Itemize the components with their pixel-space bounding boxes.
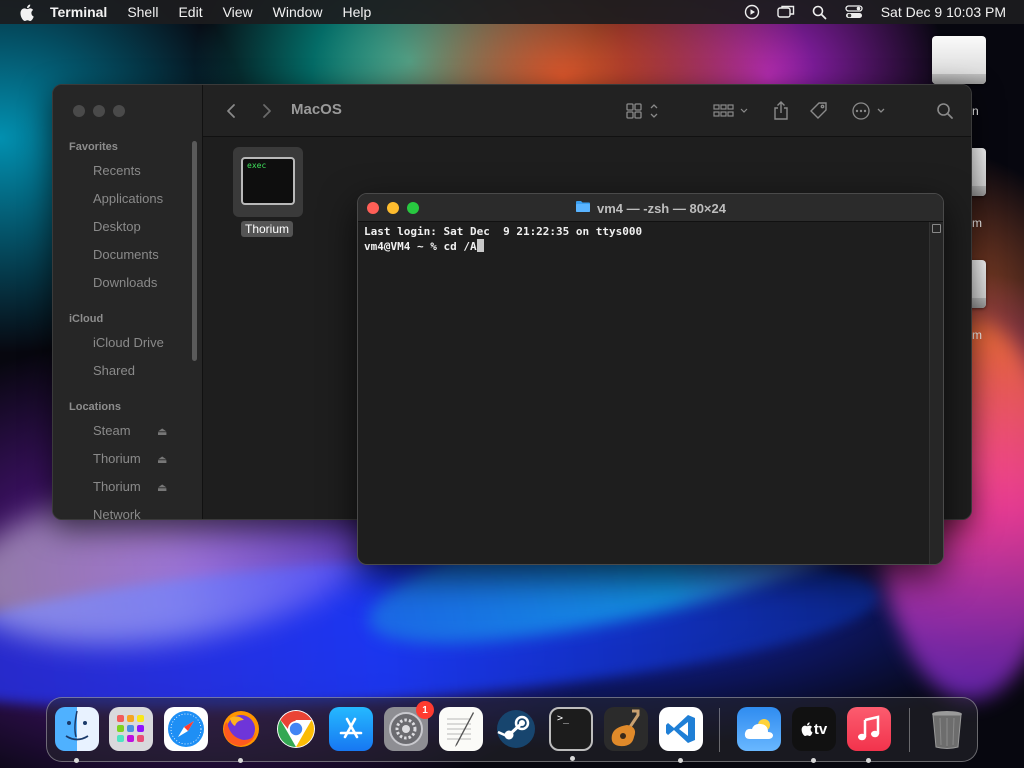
dock-firefox-icon[interactable]: [219, 707, 263, 763]
control-center-icon[interactable]: [845, 3, 863, 21]
spotlight-search-icon[interactable]: [811, 3, 829, 21]
menubar-clock[interactable]: Sat Dec 9 10:03 PM: [881, 4, 1006, 20]
terminal-prompt-line[interactable]: vm4@VM4 ~ % cd /A: [364, 239, 923, 254]
sidebar-scrollbar[interactable]: [192, 141, 197, 361]
dock-music-icon[interactable]: [847, 707, 891, 763]
menu-window[interactable]: Window: [273, 4, 323, 20]
sidebar-item-thorium[interactable]: Thorium: [93, 451, 141, 466]
exec-file-icon[interactable]: exec: [233, 147, 303, 217]
sidebar-item-recents[interactable]: Recents: [93, 163, 141, 178]
menu-view[interactable]: View: [223, 4, 253, 20]
dock-textedit-icon[interactable]: [439, 707, 483, 751]
dock-terminal-icon[interactable]: >_: [549, 707, 593, 761]
terminal-title-text: vm4 — -zsh — 80×24: [597, 200, 726, 216]
sidebar-item-shared[interactable]: Shared: [93, 363, 135, 378]
finder-window-title: MacOS: [291, 101, 342, 118]
dock-chrome-icon[interactable]: [274, 707, 318, 751]
tag-icon[interactable]: [807, 99, 831, 123]
dock-finder-icon[interactable]: [55, 707, 99, 763]
menu-shell[interactable]: Shell: [127, 4, 158, 20]
dock-trash-icon[interactable]: [925, 707, 969, 751]
sidebar-item-network[interactable]: Network: [93, 507, 141, 519]
sidebar-item-icloud-drive[interactable]: iCloud Drive: [93, 335, 164, 350]
sidebar-section-icloud: iCloud: [69, 313, 104, 325]
sidebar-section-favorites: Favorites: [69, 141, 118, 153]
sidebar-item-downloads[interactable]: Downloads: [93, 275, 157, 290]
desktop-drive-label[interactable]: m: [972, 328, 982, 342]
search-icon[interactable]: [933, 99, 957, 123]
terminal-prompt-text: vm4@VM4 ~ % cd /A: [364, 240, 477, 253]
text-cursor: [476, 239, 484, 252]
notification-badge: 1: [416, 701, 434, 719]
sidebar-section-locations: Locations: [69, 401, 121, 413]
dock-launchpad-icon[interactable]: [109, 707, 153, 751]
close-button[interactable]: [73, 105, 85, 117]
apple-menu-icon[interactable]: [18, 3, 36, 21]
back-button[interactable]: [221, 99, 241, 123]
menu-edit[interactable]: Edit: [178, 4, 202, 20]
terminal-output[interactable]: Last login: Sat Dec 9 21:22:35 on ttys00…: [358, 222, 929, 564]
dock-app-store-icon[interactable]: [329, 707, 373, 751]
eject-icon[interactable]: ⏏: [157, 453, 167, 466]
finder-toolbar: MacOS: [203, 85, 971, 137]
sidebar-item-steam[interactable]: Steam: [93, 423, 131, 438]
finder-window-controls: [73, 105, 125, 117]
dock: 1 >_ tv: [46, 697, 978, 763]
terminal-window: vm4 — -zsh — 80×24 Last login: Sat Dec 9…: [357, 193, 944, 565]
eject-icon[interactable]: ⏏: [157, 425, 167, 438]
dock-system-preferences-icon[interactable]: 1: [384, 701, 434, 751]
dock-steam-icon[interactable]: [494, 707, 538, 751]
terminal-title: vm4 — -zsh — 80×24: [358, 200, 943, 216]
group-by-button[interactable]: [711, 99, 751, 123]
dock-apple-tv-icon[interactable]: tv: [792, 707, 836, 763]
dock-garageband-icon[interactable]: [604, 707, 648, 751]
dock-separator: [719, 708, 720, 752]
terminal-titlebar[interactable]: vm4 — -zsh — 80×24: [358, 194, 943, 222]
exec-icon-text: exec: [247, 161, 267, 170]
apple-tv-label: tv: [813, 720, 828, 738]
minimize-button[interactable]: [93, 105, 105, 117]
sidebar-item-desktop[interactable]: Desktop: [93, 219, 141, 234]
more-actions-button[interactable]: [849, 99, 889, 123]
terminal-scrollbar[interactable]: [929, 222, 943, 564]
sidebar-item-documents[interactable]: Documents: [93, 247, 159, 262]
scrollbar-button-icon[interactable]: [932, 224, 941, 233]
folder-icon: [575, 200, 591, 216]
menu-app-terminal[interactable]: Terminal: [50, 4, 107, 20]
dock-safari-icon[interactable]: [164, 707, 208, 751]
terminal-line: Last login: Sat Dec 9 21:22:35 on ttys00…: [364, 225, 643, 238]
view-mode-button[interactable]: [623, 99, 663, 123]
desktop-drive-label[interactable]: m: [972, 216, 982, 230]
forward-button[interactable]: [257, 99, 277, 123]
dock-weather-icon[interactable]: [737, 707, 781, 751]
desktop-drive-label[interactable]: n: [972, 104, 979, 118]
sidebar-item-applications[interactable]: Applications: [93, 191, 163, 206]
dock-vscode-icon[interactable]: [659, 707, 703, 763]
finder-sidebar: Favorites Recents Applications Desktop D…: [53, 85, 203, 519]
window-switcher-icon[interactable]: [777, 3, 795, 21]
share-icon[interactable]: [769, 99, 793, 123]
zoom-button[interactable]: [113, 105, 125, 117]
screen-recording-icon[interactable]: [743, 3, 761, 21]
menu-bar: Terminal Shell Edit View Window Help Sat…: [0, 0, 1024, 24]
eject-icon[interactable]: ⏏: [157, 481, 167, 494]
dock-separator: [909, 708, 910, 752]
file-name-label[interactable]: Thorium: [241, 221, 294, 237]
sidebar-item-thorium[interactable]: Thorium: [93, 479, 141, 494]
menu-help[interactable]: Help: [342, 4, 371, 20]
